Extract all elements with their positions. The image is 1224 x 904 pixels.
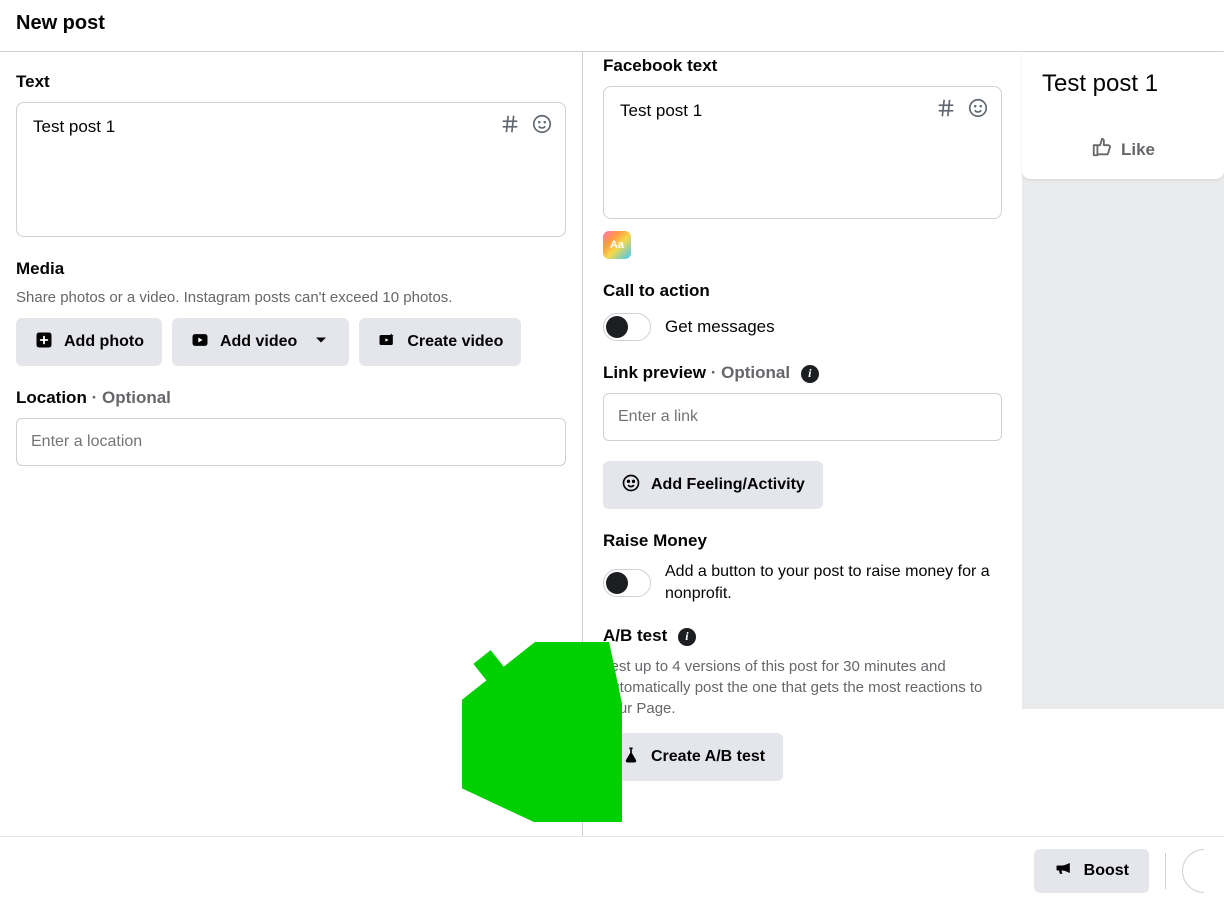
bottom-divider: [1165, 853, 1166, 889]
raise-money-label: Raise Money: [603, 531, 1002, 551]
ab-test-label: A/B test i: [603, 626, 1002, 646]
hashtag-icon[interactable]: [499, 113, 521, 140]
post-text-input[interactable]: Test post 1: [16, 102, 566, 237]
add-photo-icon: [34, 330, 54, 355]
cta-toggle[interactable]: [603, 313, 651, 341]
left-column: Text Test post 1 Media Share photos or a…: [0, 52, 582, 836]
thumbs-up-icon: [1091, 136, 1113, 163]
bottom-bar: Boost: [0, 836, 1224, 904]
fb-text-input[interactable]: Test post 1: [603, 86, 1002, 219]
location-section-label: Location · Optional: [16, 388, 566, 408]
create-ab-test-button[interactable]: Create A/B test: [603, 733, 783, 781]
video-icon: [190, 330, 210, 355]
link-preview-label: Link preview · Optional i: [603, 363, 1002, 383]
text-section-label: Text: [16, 72, 566, 92]
raise-money-toggle[interactable]: [603, 569, 651, 597]
create-video-icon: [377, 330, 397, 355]
page-title: New post: [16, 12, 1208, 35]
emoji-icon: [621, 473, 641, 498]
location-optional-label: Optional: [102, 388, 171, 407]
preview-column: Test post 1 Like: [1022, 52, 1224, 836]
cta-section-label: Call to action: [603, 281, 1002, 301]
preview-post-text: Test post 1: [1022, 52, 1224, 126]
post-preview-card: Test post 1 Like: [1022, 52, 1224, 179]
fb-text-label: Facebook text: [603, 56, 1002, 76]
next-button-stub[interactable]: [1182, 849, 1204, 893]
megaphone-icon: [1054, 858, 1074, 883]
create-video-label: Create video: [407, 333, 503, 351]
add-photo-label: Add photo: [64, 333, 144, 351]
like-label: Like: [1121, 140, 1155, 160]
like-button[interactable]: Like: [1091, 136, 1155, 163]
chevron-down-icon: [311, 330, 331, 355]
add-feeling-label: Add Feeling/Activity: [651, 476, 805, 494]
add-photo-button[interactable]: Add photo: [16, 318, 162, 366]
create-ab-test-label: Create A/B test: [651, 748, 765, 766]
middle-column: Facebook text Test post 1 Aa Call to act…: [582, 52, 1022, 836]
create-video-button[interactable]: Create video: [359, 318, 521, 366]
beaker-icon: [621, 745, 641, 770]
boost-label: Boost: [1084, 862, 1129, 880]
fb-text-value: Test post 1: [620, 101, 702, 120]
add-video-label: Add video: [220, 333, 297, 351]
media-section-sub: Share photos or a video. Instagram posts…: [16, 289, 566, 306]
boost-button[interactable]: Boost: [1034, 849, 1149, 893]
cta-option-label: Get messages: [665, 317, 775, 337]
ab-test-desc: Test up to 4 versions of this post for 3…: [603, 656, 1002, 719]
link-input[interactable]: [603, 393, 1002, 441]
page-header: New post: [0, 0, 1224, 51]
background-color-picker[interactable]: Aa: [603, 231, 631, 259]
hashtag-icon[interactable]: [935, 97, 957, 124]
media-section-label: Media: [16, 259, 566, 279]
emoji-icon[interactable]: [531, 113, 553, 140]
add-feeling-button[interactable]: Add Feeling/Activity: [603, 461, 823, 509]
emoji-icon[interactable]: [967, 97, 989, 124]
add-video-button[interactable]: Add video: [172, 318, 349, 366]
info-icon[interactable]: i: [678, 628, 696, 646]
info-icon[interactable]: i: [801, 365, 819, 383]
raise-money-desc: Add a button to your post to raise money…: [665, 561, 1002, 604]
post-text-value: Test post 1: [33, 117, 115, 136]
location-input[interactable]: [16, 418, 566, 466]
